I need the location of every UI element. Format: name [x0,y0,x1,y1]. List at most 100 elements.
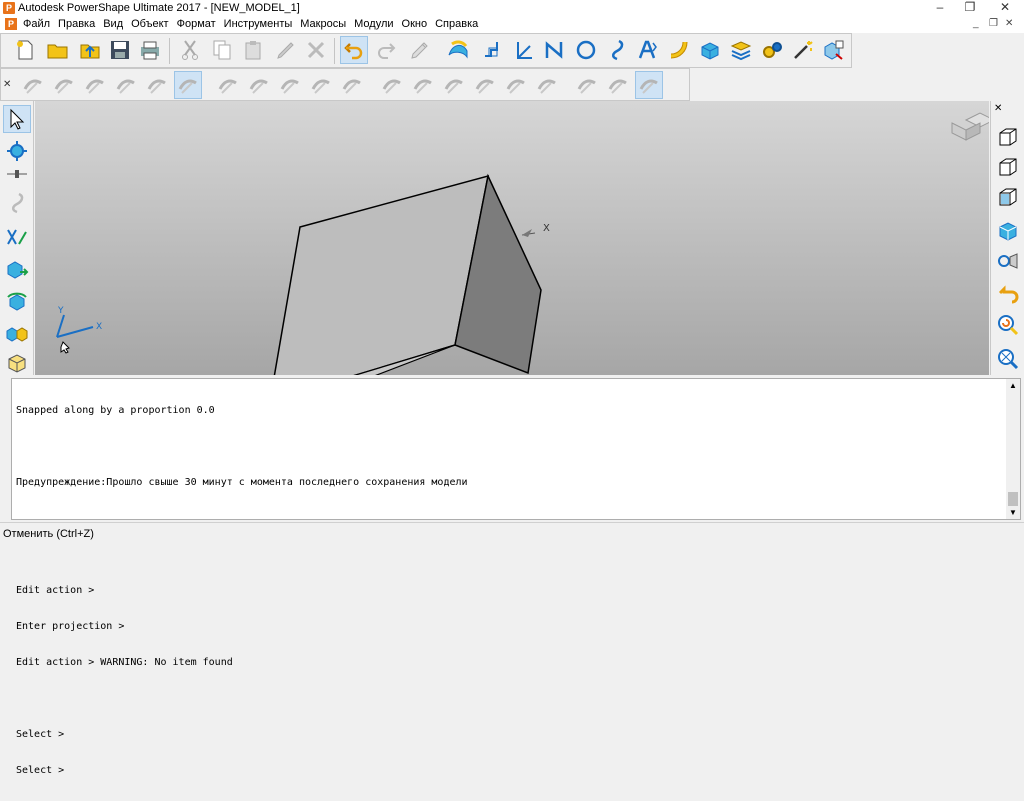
delete-icon[interactable] [302,36,330,64]
menu-object[interactable]: Объект [131,17,173,31]
surface-blend-icon[interactable] [112,71,140,99]
curve-offset-icon[interactable] [573,71,601,99]
command-line: Select > [16,729,65,740]
surface-unite-icon[interactable] [245,71,273,99]
menu-macros[interactable]: Макросы [300,17,351,31]
surface-split-icon[interactable] [338,71,366,99]
window-title: Autodesk PowerShape Ultimate 2017 - [NEW… [18,2,300,14]
menu-tools[interactable]: Инструменты [224,17,298,31]
curve-arc-icon[interactable] [635,71,663,99]
redo-icon[interactable] [372,36,400,64]
curve-trim-icon[interactable] [378,71,406,99]
curve-project-icon[interactable] [533,71,561,99]
command-window[interactable]: Snapped along by a proportion 0.0 Предуп… [11,378,1021,776]
rotate-solid-icon[interactable] [3,287,31,315]
menu-window[interactable]: Окно [402,17,433,31]
transform-icon[interactable] [3,137,31,165]
menu-file[interactable]: Файл [23,17,55,31]
surface-limit-icon[interactable] [307,71,335,99]
close-right-toolbar-icon[interactable]: ✕ [994,103,1002,114]
axis-x-label: X [96,322,102,332]
view-side-icon[interactable] [994,183,1022,211]
spline-icon[interactable] [665,36,693,64]
view-front-icon[interactable] [994,153,1022,181]
minimize-button[interactable]: – [925,0,955,16]
scroll-down-icon[interactable]: ▼ [1009,508,1017,517]
surface-fillet-icon[interactable] [143,71,171,99]
surface-offset-icon[interactable] [19,71,47,99]
surface-convert-icon[interactable] [174,71,202,99]
maximize-button[interactable]: ❐ [955,0,985,16]
axis-x-line [56,326,94,338]
surface-fill-icon[interactable] [50,71,78,99]
print-icon[interactable] [136,36,164,64]
mdi-restore-button[interactable]: ❐ [989,17,998,31]
select-pointer-icon[interactable] [3,105,31,133]
status-text: Отменить (Ctrl+Z) [3,528,94,540]
scroll-thumb[interactable] [1008,492,1018,506]
solid-icon[interactable] [696,36,724,64]
menu-edit[interactable]: Правка [58,17,100,31]
surface-wrap-icon[interactable] [214,71,242,99]
undo-icon[interactable] [340,36,368,64]
direction-label-x: X [543,223,550,234]
edit-icon[interactable] [272,36,300,64]
axis-tool-icon[interactable] [3,223,31,251]
3d-viewport[interactable]: X Y X [35,101,989,375]
axis-icon[interactable] [510,36,538,64]
document-icon[interactable]: P [5,18,17,30]
menu-format[interactable]: Формат [177,17,221,31]
x-direction-arrow [522,229,532,237]
wand-icon[interactable] [789,36,817,64]
mdi-close-button[interactable]: ✕ [1005,17,1013,31]
cut-icon[interactable] [176,36,204,64]
surface-trim-icon[interactable] [81,71,109,99]
mdi-minimize-button[interactable]: _ [973,17,979,31]
text-icon[interactable] [634,36,662,64]
menu-modules[interactable]: Модули [354,17,398,31]
command-line [16,549,468,561]
curve-fillet-icon[interactable] [604,71,632,99]
view-iso-icon[interactable] [994,123,1022,151]
move-solid-icon[interactable] [3,255,31,283]
solids-pair-icon[interactable] [3,319,31,347]
curve-join-icon[interactable] [440,71,468,99]
hook-icon[interactable] [3,189,31,217]
new-file-icon[interactable] [11,36,39,64]
command-scrollbar[interactable]: ▲ ▼ [1006,379,1020,519]
assembly-icon[interactable] [820,36,848,64]
paste-icon[interactable] [240,36,268,64]
menu-list: Файл Правка Вид Объект Формат Инструмент… [23,17,486,31]
curve-reverse-icon[interactable] [471,71,499,99]
level-icon[interactable] [479,36,507,64]
curve-icon[interactable] [603,36,631,64]
save-icon[interactable] [106,36,134,64]
menu-view[interactable]: Вид [103,17,128,31]
zoom-window-icon[interactable] [994,345,1022,373]
import-icon[interactable] [76,36,104,64]
scroll-up-icon[interactable]: ▲ [1009,381,1017,390]
line-icon[interactable] [541,36,569,64]
open-folder-icon[interactable] [44,36,72,64]
command-line: Snapped along by a proportion 0.0 [16,405,215,416]
layers-icon[interactable] [727,36,755,64]
close-toolbar-icon[interactable]: ✕ [3,79,11,90]
surface-morph-icon[interactable] [276,71,304,99]
zoom-fit-icon[interactable] [994,311,1022,339]
close-button[interactable]: ✕ [990,0,1020,16]
snap-slider-icon[interactable] [3,165,31,183]
command-line [16,441,468,453]
curve-extend-icon[interactable] [409,71,437,99]
curve-divide-icon[interactable] [502,71,530,99]
workplane-icon[interactable] [406,36,434,64]
view-shaded-icon[interactable] [994,217,1022,245]
menu-help[interactable]: Справка [435,17,483,31]
gear-icon[interactable] [758,36,786,64]
surface-icon[interactable] [444,36,472,64]
view-orbit-icon[interactable] [994,247,1022,275]
menu-bar: P Файл Правка Вид Объект Формат Инструме… [0,16,1024,33]
view-undo-icon[interactable] [994,281,1022,309]
circle-icon[interactable] [572,36,600,64]
wireframe-solid-icon[interactable] [3,349,31,377]
copy-icon[interactable] [208,36,236,64]
